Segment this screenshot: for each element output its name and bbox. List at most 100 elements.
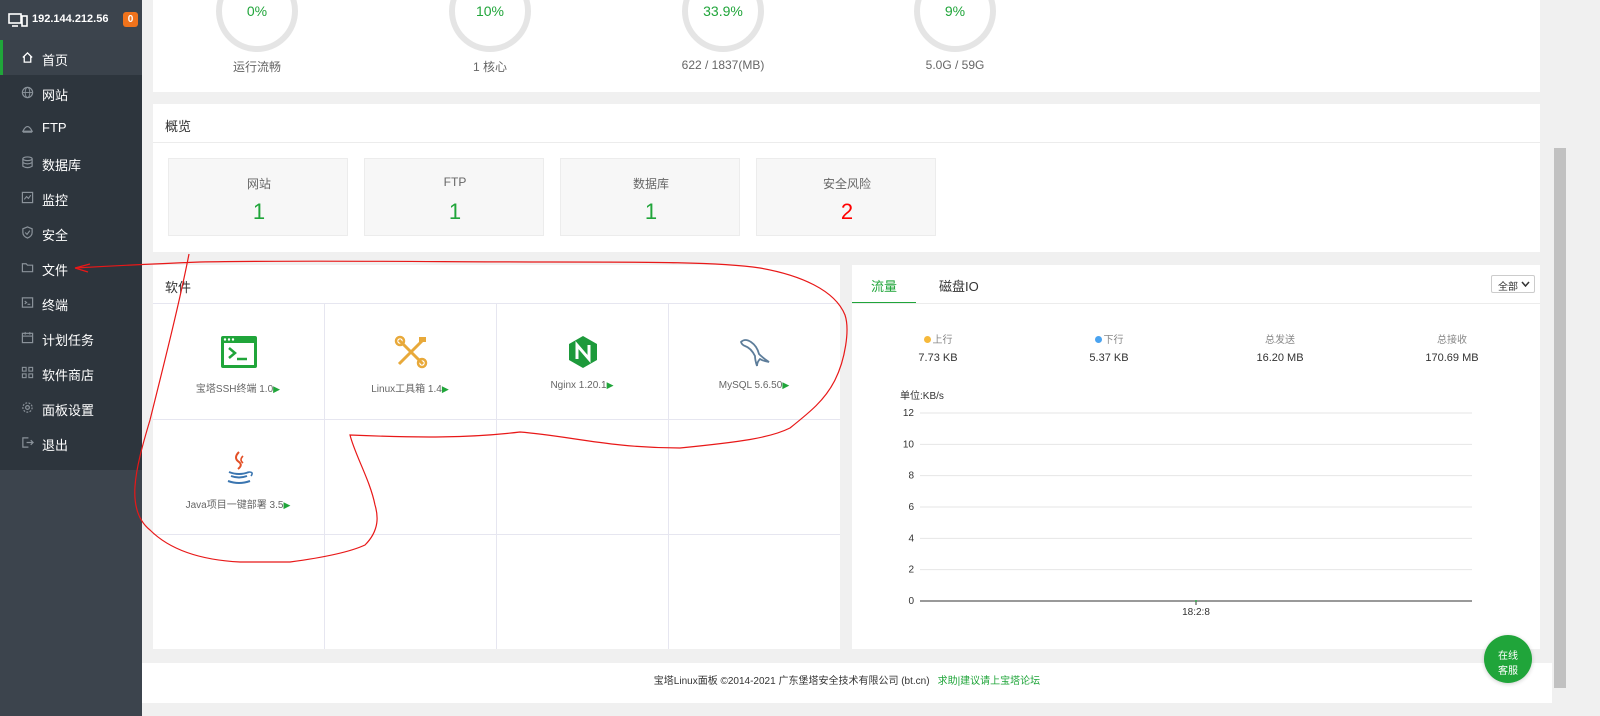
gauge-caption: 622 / 1837(MB) bbox=[681, 58, 765, 72]
sidebar-item-label: 文件 bbox=[42, 263, 69, 278]
card-label: 安全风险 bbox=[822, 177, 871, 191]
chevron-down-icon bbox=[1521, 281, 1530, 287]
toolbox-icon bbox=[394, 335, 428, 369]
stat-value: 170.69 MB bbox=[1425, 352, 1479, 364]
apps-icon bbox=[21, 366, 34, 379]
gauge-value: 0% bbox=[246, 3, 268, 19]
y-tick-label: 12 bbox=[903, 408, 915, 419]
ssh-terminal-icon bbox=[221, 336, 257, 368]
sidebar-item-label: 计划任务 bbox=[42, 333, 95, 348]
sidebar: 192.144.212.56 0 首页 网站 FTP 数据库 监控 安全 文件 … bbox=[0, 0, 142, 716]
nginx-icon bbox=[569, 336, 597, 368]
gauge-caption: 运行流畅 bbox=[232, 60, 281, 74]
gauge-caption: 5.0G / 59G bbox=[925, 58, 985, 72]
stat-value: 5.37 KB bbox=[1089, 352, 1129, 364]
software-item-java[interactable]: Java项目一键部署 3.5▶ bbox=[153, 420, 323, 532]
sidebar-item-website[interactable]: 网站 bbox=[0, 75, 142, 110]
computer-icon bbox=[8, 13, 28, 27]
overview-card-database[interactable]: 数据库 1 bbox=[560, 158, 740, 236]
y-tick-label: 6 bbox=[908, 502, 914, 513]
load-gauge[interactable]: 0% 运行流畅 bbox=[216, 0, 298, 74]
memory-gauge[interactable]: 33.9% 622 / 1837(MB) bbox=[682, 0, 764, 72]
overview-card-security-risk[interactable]: 安全风险 2 bbox=[756, 158, 936, 236]
sidebar-item-security[interactable]: 安全 bbox=[0, 215, 142, 250]
sidebar-item-files[interactable]: 文件 bbox=[0, 250, 142, 285]
shield-icon bbox=[22, 226, 33, 239]
sidebar-item-cron[interactable]: 计划任务 bbox=[0, 320, 142, 355]
y-axis-unit-label: 单位:KB/s bbox=[900, 389, 944, 402]
globe-icon bbox=[21, 86, 34, 99]
sidebar-item-logout[interactable]: 退出 bbox=[0, 425, 142, 460]
x-tick-label: 18:2:8 bbox=[1182, 607, 1210, 618]
cpu-gauge[interactable]: 10% 1 核心 bbox=[449, 0, 531, 74]
software-item-ssh[interactable]: 宝塔SSH终端 1.0▶ bbox=[153, 304, 323, 416]
stat-total-received: 总接收 170.69 MB bbox=[1392, 331, 1512, 364]
overview-card-website[interactable]: 网站 1 bbox=[168, 158, 348, 236]
notification-badge[interactable]: 0 bbox=[123, 12, 138, 27]
disk-gauge[interactable]: 9% 5.0G / 59G bbox=[914, 0, 996, 72]
stat-value: 16.20 MB bbox=[1256, 352, 1304, 364]
card-label: 数据库 bbox=[632, 177, 669, 191]
sidebar-item-label: 退出 bbox=[42, 438, 69, 453]
play-icon: ▶ bbox=[283, 500, 291, 510]
card-label: FTP bbox=[443, 175, 467, 189]
divider bbox=[852, 303, 1540, 304]
download-dot bbox=[1094, 336, 1102, 343]
tab-disk-io[interactable]: 磁盘IO bbox=[939, 276, 979, 295]
status-panel: 0% 运行流畅 10% 1 核心 33.9% 622 / 1837(MB) 9%… bbox=[153, 0, 1540, 92]
sidebar-item-label: 终端 bbox=[42, 298, 69, 313]
sidebar-item-label: 网站 bbox=[42, 88, 69, 103]
server-header[interactable]: 192.144.212.56 0 bbox=[0, 0, 142, 40]
sidebar-item-database[interactable]: 数据库 bbox=[0, 145, 142, 180]
sidebar-item-monitor[interactable]: 监控 bbox=[0, 180, 142, 215]
monitor-icon bbox=[21, 191, 34, 204]
home-icon bbox=[22, 51, 33, 63]
terminal-icon bbox=[21, 297, 34, 308]
gear-icon bbox=[22, 402, 33, 413]
gauge-value: 33.9% bbox=[703, 3, 743, 19]
sidebar-item-settings[interactable]: 面板设置 bbox=[0, 390, 142, 425]
software-item-mysql[interactable]: MySQL 5.6.50▶ bbox=[669, 304, 839, 416]
scrollbar[interactable] bbox=[1552, 0, 1568, 716]
sidebar-item-label: 软件商店 bbox=[42, 368, 95, 383]
traffic-panel: 流量 磁盘IO 全部 上行 7.73 KB 下行 5.37 KB 总发送 16.… bbox=[852, 265, 1540, 649]
stat-download: 下行 5.37 KB bbox=[1049, 331, 1169, 364]
footer: 宝塔Linux面板 ©2014-2021 广东堡塔安全技术有限公司 (bt.cn… bbox=[142, 663, 1552, 703]
card-value: 1 bbox=[644, 199, 658, 224]
sidebar-item-home[interactable]: 首页 bbox=[0, 40, 142, 75]
tab-traffic[interactable]: 流量 bbox=[871, 276, 897, 295]
play-icon: ▶ bbox=[782, 380, 790, 390]
mysql-icon bbox=[739, 339, 770, 367]
card-value: 1 bbox=[448, 199, 462, 224]
software-name: Linux工具箱 1.4 bbox=[371, 384, 442, 395]
y-tick-label: 10 bbox=[903, 439, 915, 450]
overview-card-ftp[interactable]: FTP 1 bbox=[364, 158, 544, 236]
forum-link[interactable]: 求助|建议请上宝塔论坛 bbox=[938, 676, 1041, 687]
logout-icon bbox=[22, 437, 34, 448]
traffic-chart: 单位:KB/s 12 10 8 6 4 2 0 18:2:8 bbox=[900, 389, 1472, 618]
software-panel: 软件 宝塔SSH终端 1.0▶ Linux工具箱 1.4▶ Nginx 1.20 bbox=[153, 265, 840, 649]
software-item-nginx[interactable]: Nginx 1.20.1▶ bbox=[497, 304, 667, 416]
sidebar-item-app-store[interactable]: 软件商店 bbox=[0, 355, 142, 390]
software-name: 宝塔SSH终端 1.0 bbox=[195, 384, 274, 395]
card-value: 1 bbox=[252, 199, 266, 224]
data-point bbox=[1195, 600, 1197, 602]
database-icon bbox=[22, 156, 33, 169]
overview-title: 概览 bbox=[165, 119, 192, 134]
y-tick-label: 4 bbox=[908, 533, 914, 544]
stat-value: 7.73 KB bbox=[918, 352, 958, 364]
sidebar-item-label: 监控 bbox=[42, 193, 69, 208]
sidebar-item-label: 数据库 bbox=[42, 158, 82, 173]
sidebar-item-terminal[interactable]: 终端 bbox=[0, 285, 142, 320]
scrollbar-thumb[interactable] bbox=[1554, 148, 1566, 688]
software-name: Java项目一键部署 3.5 bbox=[185, 500, 284, 511]
software-item-linux-toolbox[interactable]: Linux工具箱 1.4▶ bbox=[325, 304, 495, 416]
software-name: Nginx 1.20.1 bbox=[550, 380, 607, 391]
online-support-button[interactable]: 在线 客服 bbox=[1484, 635, 1532, 683]
sidebar-item-label: 面板设置 bbox=[42, 403, 95, 418]
traffic-filter-select[interactable]: 全部 bbox=[1491, 275, 1535, 293]
sidebar-item-label: 首页 bbox=[42, 53, 69, 68]
play-icon: ▶ bbox=[273, 384, 281, 394]
divider bbox=[153, 142, 1540, 143]
sidebar-item-ftp[interactable]: FTP bbox=[0, 110, 142, 145]
